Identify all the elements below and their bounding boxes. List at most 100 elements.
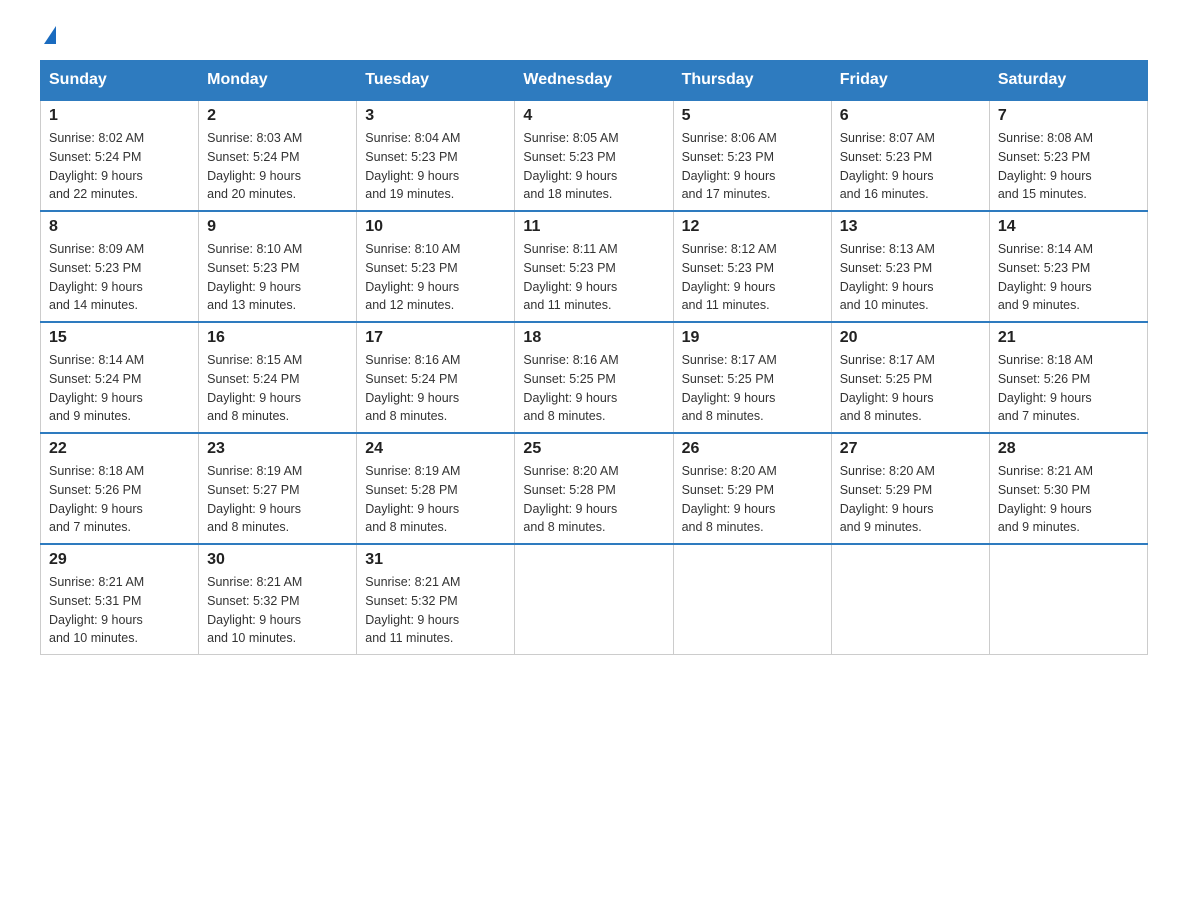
calendar-cell [515,544,673,655]
day-info: Sunrise: 8:06 AMSunset: 5:23 PMDaylight:… [682,129,823,204]
day-number: 9 [207,218,348,236]
day-info: Sunrise: 8:19 AMSunset: 5:27 PMDaylight:… [207,462,348,537]
calendar-cell: 13 Sunrise: 8:13 AMSunset: 5:23 PMDayligh… [831,211,989,322]
day-info: Sunrise: 8:18 AMSunset: 5:26 PMDaylight:… [998,351,1139,426]
col-header-tuesday: Tuesday [357,61,515,101]
day-number: 29 [49,551,190,569]
day-number: 21 [998,329,1139,347]
day-number: 6 [840,107,981,125]
calendar-cell: 28Sunrise: 8:21 AMSunset: 5:30 PMDayligh… [989,433,1147,544]
day-info: Sunrise: 8:21 AMSunset: 5:32 PMDaylight:… [207,573,348,648]
week-row-1: 1Sunrise: 8:02 AMSunset: 5:24 PMDaylight… [41,100,1148,211]
day-number: 24 [365,440,506,458]
col-header-friday: Friday [831,61,989,101]
day-number: 30 [207,551,348,569]
day-info: Sunrise: 8:03 AMSunset: 5:24 PMDaylight:… [207,129,348,204]
day-info: Sunrise: 8:11 AMSunset: 5:23 PMDaylight:… [523,240,664,315]
calendar-cell: 24 Sunrise: 8:19 AMSunset: 5:28 PMDayligh… [357,433,515,544]
day-info: Sunrise: 8:15 AMSunset: 5:24 PMDaylight:… [207,351,348,426]
day-info: Sunrise: 8:09 AMSunset: 5:23 PMDaylight:… [49,240,190,315]
day-number: 28 [998,440,1139,458]
header [40,30,1148,40]
day-info: Sunrise: 8:20 AMSunset: 5:28 PMDaylight:… [523,462,664,537]
day-info: Sunrise: 8:12 AMSunset: 5:23 PMDaylight:… [682,240,823,315]
day-number: 15 [49,329,190,347]
day-number: 25 [523,440,664,458]
day-info: Sunrise: 8:04 AMSunset: 5:23 PMDaylight:… [365,129,506,204]
calendar-cell: 26 Sunrise: 8:20 AMSunset: 5:29 PMDayligh… [673,433,831,544]
col-header-wednesday: Wednesday [515,61,673,101]
calendar-cell: 9Sunrise: 8:10 AMSunset: 5:23 PMDaylight… [199,211,357,322]
day-info: Sunrise: 8:20 AMSunset: 5:29 PMDaylight:… [682,462,823,537]
calendar-cell: 11Sunrise: 8:11 AMSunset: 5:23 PMDayligh… [515,211,673,322]
calendar-cell: 5Sunrise: 8:06 AMSunset: 5:23 PMDaylight… [673,100,831,211]
day-info: Sunrise: 8:08 AMSunset: 5:23 PMDaylight:… [998,129,1139,204]
calendar-cell: 23 Sunrise: 8:19 AMSunset: 5:27 PMDayligh… [199,433,357,544]
calendar-cell: 30 Sunrise: 8:21 AMSunset: 5:32 PMDayligh… [199,544,357,655]
day-info: Sunrise: 8:16 AMSunset: 5:25 PMDaylight:… [523,351,664,426]
calendar-cell: 16 Sunrise: 8:15 AMSunset: 5:24 PMDayligh… [199,322,357,433]
calendar-cell: 7 Sunrise: 8:08 AMSunset: 5:23 PMDaylight… [989,100,1147,211]
day-number: 18 [523,329,664,347]
week-row-3: 15 Sunrise: 8:14 AMSunset: 5:24 PMDayligh… [41,322,1148,433]
day-info: Sunrise: 8:07 AMSunset: 5:23 PMDaylight:… [840,129,981,204]
col-header-sunday: Sunday [41,61,199,101]
day-info: Sunrise: 8:14 AMSunset: 5:24 PMDaylight:… [49,351,190,426]
calendar-cell: 21 Sunrise: 8:18 AMSunset: 5:26 PMDayligh… [989,322,1147,433]
calendar-cell: 29 Sunrise: 8:21 AMSunset: 5:31 PMDayligh… [41,544,199,655]
col-header-saturday: Saturday [989,61,1147,101]
day-info: Sunrise: 8:17 AMSunset: 5:25 PMDaylight:… [840,351,981,426]
calendar-cell: 2Sunrise: 8:03 AMSunset: 5:24 PMDaylight… [199,100,357,211]
day-info: Sunrise: 8:05 AMSunset: 5:23 PMDaylight:… [523,129,664,204]
day-number: 13 [840,218,981,236]
calendar-cell: 19 Sunrise: 8:17 AMSunset: 5:25 PMDayligh… [673,322,831,433]
day-number: 27 [840,440,981,458]
calendar-cell: 22Sunrise: 8:18 AMSunset: 5:26 PMDayligh… [41,433,199,544]
calendar-cell: 10 Sunrise: 8:10 AMSunset: 5:23 PMDayligh… [357,211,515,322]
day-number: 7 [998,107,1139,125]
day-info: Sunrise: 8:13 AMSunset: 5:23 PMDaylight:… [840,240,981,315]
calendar-cell [831,544,989,655]
calendar-cell: 25 Sunrise: 8:20 AMSunset: 5:28 PMDayligh… [515,433,673,544]
day-number: 17 [365,329,506,347]
week-row-4: 22Sunrise: 8:18 AMSunset: 5:26 PMDayligh… [41,433,1148,544]
day-info: Sunrise: 8:17 AMSunset: 5:25 PMDaylight:… [682,351,823,426]
day-number: 26 [682,440,823,458]
day-number: 23 [207,440,348,458]
day-info: Sunrise: 8:18 AMSunset: 5:26 PMDaylight:… [49,462,190,537]
day-number: 1 [49,107,190,125]
week-row-5: 29 Sunrise: 8:21 AMSunset: 5:31 PMDayligh… [41,544,1148,655]
calendar-cell: 18 Sunrise: 8:16 AMSunset: 5:25 PMDayligh… [515,322,673,433]
day-number: 31 [365,551,506,569]
calendar-cell: 15 Sunrise: 8:14 AMSunset: 5:24 PMDayligh… [41,322,199,433]
logo-triangle-icon [44,26,56,44]
day-info: Sunrise: 8:10 AMSunset: 5:23 PMDaylight:… [365,240,506,315]
day-number: 20 [840,329,981,347]
day-number: 19 [682,329,823,347]
calendar-cell: 27 Sunrise: 8:20 AMSunset: 5:29 PMDayligh… [831,433,989,544]
week-row-2: 8 Sunrise: 8:09 AMSunset: 5:23 PMDaylight… [41,211,1148,322]
day-number: 8 [49,218,190,236]
day-number: 10 [365,218,506,236]
calendar-cell [989,544,1147,655]
day-info: Sunrise: 8:20 AMSunset: 5:29 PMDaylight:… [840,462,981,537]
logo [40,30,56,40]
day-info: Sunrise: 8:21 AMSunset: 5:31 PMDaylight:… [49,573,190,648]
calendar-cell: 12 Sunrise: 8:12 AMSunset: 5:23 PMDayligh… [673,211,831,322]
calendar-cell: 20 Sunrise: 8:17 AMSunset: 5:25 PMDayligh… [831,322,989,433]
calendar-cell: 31 Sunrise: 8:21 AMSunset: 5:32 PMDayligh… [357,544,515,655]
day-info: Sunrise: 8:19 AMSunset: 5:28 PMDaylight:… [365,462,506,537]
calendar-cell: 6 Sunrise: 8:07 AMSunset: 5:23 PMDaylight… [831,100,989,211]
calendar-header-row: SundayMondayTuesdayWednesdayThursdayFrid… [41,61,1148,101]
calendar-cell: 8 Sunrise: 8:09 AMSunset: 5:23 PMDaylight… [41,211,199,322]
day-number: 4 [523,107,664,125]
day-number: 14 [998,218,1139,236]
day-info: Sunrise: 8:21 AMSunset: 5:32 PMDaylight:… [365,573,506,648]
day-number: 16 [207,329,348,347]
day-info: Sunrise: 8:16 AMSunset: 5:24 PMDaylight:… [365,351,506,426]
calendar-cell: 17 Sunrise: 8:16 AMSunset: 5:24 PMDayligh… [357,322,515,433]
calendar-cell: 14Sunrise: 8:14 AMSunset: 5:23 PMDayligh… [989,211,1147,322]
day-number: 12 [682,218,823,236]
calendar-table: SundayMondayTuesdayWednesdayThursdayFrid… [40,60,1148,655]
calendar-cell: 4 Sunrise: 8:05 AMSunset: 5:23 PMDaylight… [515,100,673,211]
